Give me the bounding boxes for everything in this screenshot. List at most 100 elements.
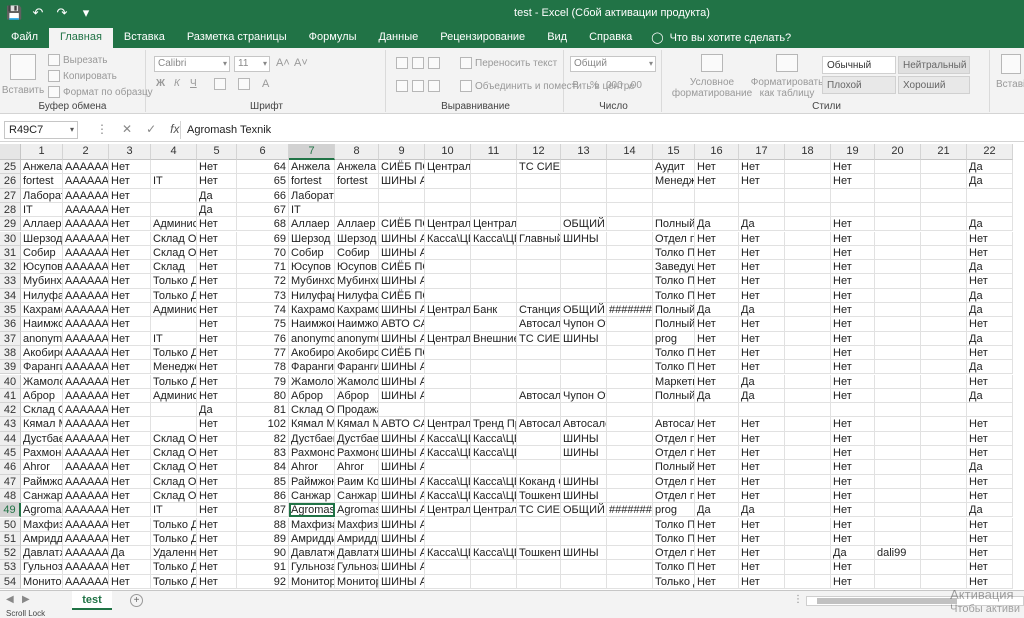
conditional-format-button[interactable]: Условное форматирование [670,54,754,99]
table-cell[interactable] [875,488,921,504]
table-cell[interactable]: Нет [967,474,1013,489]
table-cell[interactable]: Нет [695,260,739,275]
row-header[interactable]: 53 [0,560,21,575]
table-cell[interactable]: AAAAAAB [63,388,109,404]
table-cell[interactable]: Жамолов [335,374,379,389]
table-cell[interactable]: Ahror [335,460,379,475]
table-cell[interactable] [921,374,967,389]
table-cell[interactable] [653,202,695,218]
table-cell[interactable]: Жамолов [21,374,63,389]
table-cell[interactable] [785,374,831,389]
table-cell[interactable]: Лаборатория [289,188,335,203]
table-cell[interactable]: Наимжон [289,317,335,332]
table-cell[interactable]: ТС СИЕБ Ш [517,331,561,346]
table-cell[interactable]: Только д [653,574,695,589]
table-cell[interactable]: AAAAAAB [63,231,109,246]
column-header[interactable]: 14 [607,144,653,160]
table-cell[interactable]: Нет [695,474,739,489]
table-cell[interactable] [607,460,653,475]
table-cell[interactable] [151,317,197,332]
table-cell[interactable] [471,517,517,532]
table-cell[interactable]: Нет [109,231,151,246]
table-cell[interactable]: Нет [197,431,237,446]
table-cell[interactable]: ШИНЫ [561,546,607,561]
table-cell[interactable] [875,503,921,518]
table-cell[interactable] [471,188,517,203]
table-cell[interactable] [561,160,607,175]
table-cell[interactable] [425,403,471,418]
table-cell[interactable]: Нет [197,460,237,475]
column-header[interactable]: 1 [21,144,63,160]
table-cell[interactable]: ШИНЫ [561,231,607,246]
table-cell[interactable]: Касса\ЦЕН [425,431,471,446]
table-cell[interactable]: IT [151,503,197,518]
table-cell[interactable]: Склад [151,260,197,275]
table-cell[interactable]: Да [967,174,1013,189]
row-header[interactable]: 38 [0,345,21,361]
table-cell[interactable]: ШИНЫ [561,488,607,504]
borders-icon[interactable] [214,78,226,90]
table-cell[interactable]: Нет [967,546,1013,561]
table-cell[interactable]: Нет [831,388,875,404]
table-cell[interactable]: Нет [109,160,151,175]
table-cell[interactable]: Нет [109,531,151,547]
table-cell[interactable] [921,560,967,575]
cancel-icon[interactable]: ✕ [122,122,132,136]
table-cell[interactable] [785,446,831,461]
table-cell[interactable]: Да [695,303,739,318]
table-cell[interactable] [471,245,517,261]
table-cell[interactable] [607,331,653,346]
table-cell[interactable] [921,160,967,175]
table-cell[interactable]: Автосалон [561,417,607,432]
table-cell[interactable]: Нет [197,331,237,346]
table-cell[interactable]: СИЁБ ПОСТАВКИ [379,288,425,303]
table-cell[interactable]: Нилуфар [289,288,335,303]
prev-sheet-icon[interactable]: ◀ [6,594,14,605]
table-cell[interactable]: Ahror [21,460,63,475]
table-cell[interactable]: Нет [739,360,785,375]
table-cell[interactable]: AAAAAAB [63,574,109,589]
table-cell[interactable] [785,274,831,289]
column-header[interactable]: 2 [63,144,109,160]
table-cell[interactable]: Нет [109,417,151,432]
table-cell[interactable]: Нет [695,546,739,561]
table-cell[interactable] [875,360,921,375]
table-cell[interactable] [561,274,607,289]
table-cell[interactable]: Кямал Му [21,417,63,432]
table-cell[interactable] [875,560,921,575]
table-cell[interactable] [517,360,561,375]
table-cell[interactable]: Нет [197,345,237,361]
table-cell[interactable]: Нет [109,303,151,318]
table-cell[interactable]: Нет [831,560,875,575]
tab-page-layout[interactable]: Разметка страницы [176,28,298,48]
table-cell[interactable]: Нет [739,546,785,561]
table-cell[interactable]: Нет [197,374,237,389]
table-cell[interactable]: Центральная касса [471,217,517,232]
table-cell[interactable]: Нет [109,503,151,518]
table-cell[interactable] [607,274,653,289]
table-cell[interactable]: Нет [197,574,237,589]
copy-button[interactable]: Копировать [48,70,117,82]
table-cell[interactable]: Нет [695,231,739,246]
table-cell[interactable] [517,274,561,289]
table-cell[interactable]: 82 [237,431,289,446]
table-cell[interactable]: Нет [831,231,875,246]
table-cell[interactable]: ШИНЫ АГРОМАШ [379,174,425,189]
table-cell[interactable]: AAAAAAB [63,345,109,361]
table-cell[interactable] [831,202,875,218]
table-cell[interactable]: Нет [109,245,151,261]
table-cell[interactable] [607,474,653,489]
table-cell[interactable]: Нет [831,446,875,461]
table-cell[interactable]: AAAAAAB [63,546,109,561]
table-cell[interactable] [561,288,607,303]
table-cell[interactable] [785,431,831,446]
table-cell[interactable]: 87 [237,503,289,518]
row-header[interactable]: 28 [0,202,21,218]
table-cell[interactable]: AAAAAAB [63,174,109,189]
table-cell[interactable]: Нет [967,488,1013,504]
style-bad[interactable]: Плохой [822,76,896,94]
table-cell[interactable] [607,160,653,175]
table-cell[interactable]: Да [967,360,1013,375]
table-cell[interactable] [785,303,831,318]
table-cell[interactable]: Касса\ЦЕНТР [471,446,517,461]
